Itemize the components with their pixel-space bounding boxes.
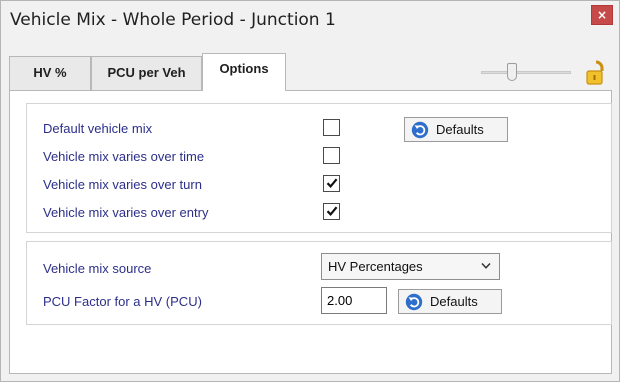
opacity-slider-track[interactable] xyxy=(481,71,571,74)
tab-hv-percent[interactable]: HV % xyxy=(9,56,91,90)
varies-over-time-label: Vehicle mix varies over time xyxy=(43,149,205,164)
tab-options[interactable]: Options xyxy=(202,53,286,91)
vehicle-mix-source-select[interactable]: HV Percentages xyxy=(321,253,500,280)
varies-over-turn-label: Vehicle mix varies over turn xyxy=(43,177,202,192)
tab-pcu-per-veh[interactable]: PCU per Veh xyxy=(91,56,202,90)
close-button[interactable]: × xyxy=(591,5,613,25)
default-vehicle-mix-checkbox[interactable] xyxy=(323,119,340,136)
window-title: Vehicle Mix - Whole Period - Junction 1 xyxy=(10,10,336,30)
pcu-factor-label: PCU Factor for a HV (PCU) xyxy=(43,294,202,309)
undo-icon xyxy=(405,293,423,310)
vehicle-mix-source-group xyxy=(26,241,612,325)
varies-over-turn-checkbox[interactable] xyxy=(323,175,340,192)
varies-over-time-checkbox[interactable] xyxy=(323,147,340,164)
varies-over-entry-checkbox[interactable] xyxy=(323,203,340,220)
defaults-button-label: Defaults xyxy=(430,294,478,309)
checkmark-icon xyxy=(326,206,338,217)
opacity-slider-thumb[interactable] xyxy=(507,63,517,81)
vehicle-mix-window: Vehicle Mix - Whole Period - Junction 1 … xyxy=(0,0,620,382)
defaults-button-label: Defaults xyxy=(436,122,484,137)
chevron-down-icon xyxy=(481,262,491,269)
checkmark-icon xyxy=(326,178,338,189)
title-bar: Vehicle Mix - Whole Period - Junction 1 … xyxy=(1,1,619,41)
pcu-factor-defaults-button[interactable]: Defaults xyxy=(398,289,502,314)
undo-icon xyxy=(411,121,429,138)
vehicle-mix-defaults-button[interactable]: Defaults xyxy=(404,117,508,142)
vehicle-mix-source-value: HV Percentages xyxy=(328,259,423,274)
vehicle-mix-source-label: Vehicle mix source xyxy=(43,261,152,276)
varies-over-entry-label: Vehicle mix varies over entry xyxy=(43,205,209,220)
pcu-factor-input[interactable]: 2.00 xyxy=(321,287,387,314)
default-vehicle-mix-label: Default vehicle mix xyxy=(43,121,153,136)
unlocked-padlock-icon[interactable] xyxy=(584,59,608,87)
